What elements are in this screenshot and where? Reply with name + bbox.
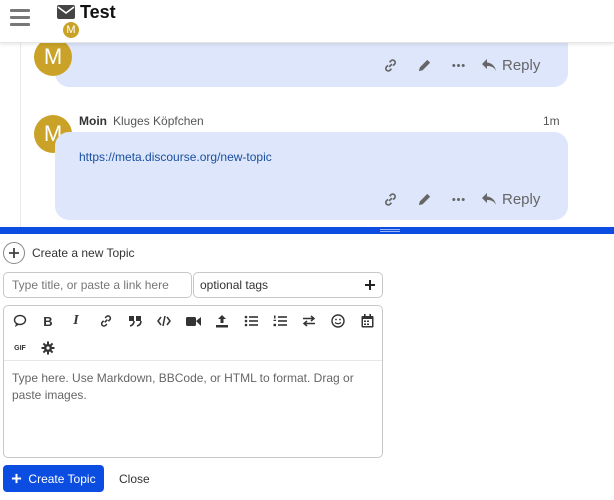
thread-line (20, 43, 21, 228)
composer-action-title: Create a new Topic (3, 242, 135, 264)
numbered-list-icon[interactable] (271, 312, 289, 330)
emoji-icon[interactable] (329, 312, 347, 330)
create-topic-button[interactable]: Create Topic (3, 465, 104, 492)
toggle-direction-icon[interactable] (300, 312, 318, 330)
reply-arrow-icon (482, 59, 496, 71)
more-dots-icon[interactable] (449, 190, 467, 208)
post-date[interactable]: 1m (543, 114, 560, 128)
topic-title-input[interactable] (3, 272, 192, 298)
close-button[interactable]: Close (119, 472, 150, 486)
more-dots-icon[interactable] (449, 56, 467, 74)
link-icon[interactable] (381, 56, 399, 74)
topic-title[interactable]: Test (80, 2, 116, 23)
composer-top-bar[interactable] (0, 227, 614, 234)
edit-pencil-icon[interactable] (415, 190, 433, 208)
plus-icon (12, 473, 22, 484)
italic-icon[interactable]: I (67, 312, 85, 330)
bullet-list-icon[interactable] (242, 312, 260, 330)
composer-resize-grip[interactable] (380, 229, 400, 232)
envelope-icon (57, 5, 75, 19)
post-meta: Moin Kluges Köpfchen (79, 114, 204, 128)
participant-avatar[interactable]: M (63, 22, 79, 38)
hyperlink-icon[interactable] (97, 312, 115, 330)
post-actions: Reply (381, 190, 540, 208)
reply-label: Reply (502, 56, 541, 74)
avatar[interactable]: M (34, 38, 72, 76)
plus-icon (365, 280, 375, 290)
reply-button[interactable]: Reply (481, 57, 540, 74)
code-icon[interactable] (155, 312, 173, 330)
editor-toolbar: B I GIF (4, 306, 382, 361)
video-icon[interactable] (184, 312, 202, 330)
bold-icon[interactable]: B (39, 312, 57, 330)
tags-selector[interactable]: optional tags (193, 272, 383, 298)
gear-icon[interactable] (39, 339, 57, 357)
upload-icon[interactable] (213, 312, 231, 330)
site-header: Test M (0, 0, 614, 43)
create-topic-label: Create Topic (28, 471, 96, 486)
editor-textarea[interactable] (4, 362, 382, 458)
speech-bubble-icon[interactable] (11, 312, 29, 330)
editor-container: B I GIF (3, 305, 383, 458)
link-icon[interactable] (381, 190, 399, 208)
post-full-name: Kluges Köpfchen (113, 114, 204, 128)
post-link[interactable]: https://meta.discourse.org/new-topic (79, 150, 272, 164)
edit-pencil-icon[interactable] (415, 56, 433, 74)
post-actions: Reply (381, 56, 540, 74)
reply-arrow-icon (482, 193, 496, 205)
reply-button[interactable]: Reply (481, 191, 540, 208)
gif-button[interactable]: GIF (11, 339, 29, 357)
post-username[interactable]: Moin (79, 114, 107, 128)
reply-label: Reply (502, 190, 541, 208)
topic-title-row: Test (57, 1, 116, 23)
tags-placeholder: optional tags (200, 278, 269, 292)
calendar-icon[interactable] (358, 312, 376, 330)
blockquote-icon[interactable] (126, 312, 144, 330)
hamburger-menu-icon[interactable] (10, 9, 30, 27)
composer-action-label: Create a new Topic (32, 246, 135, 260)
composer-actions-plus-icon[interactable] (3, 242, 25, 264)
